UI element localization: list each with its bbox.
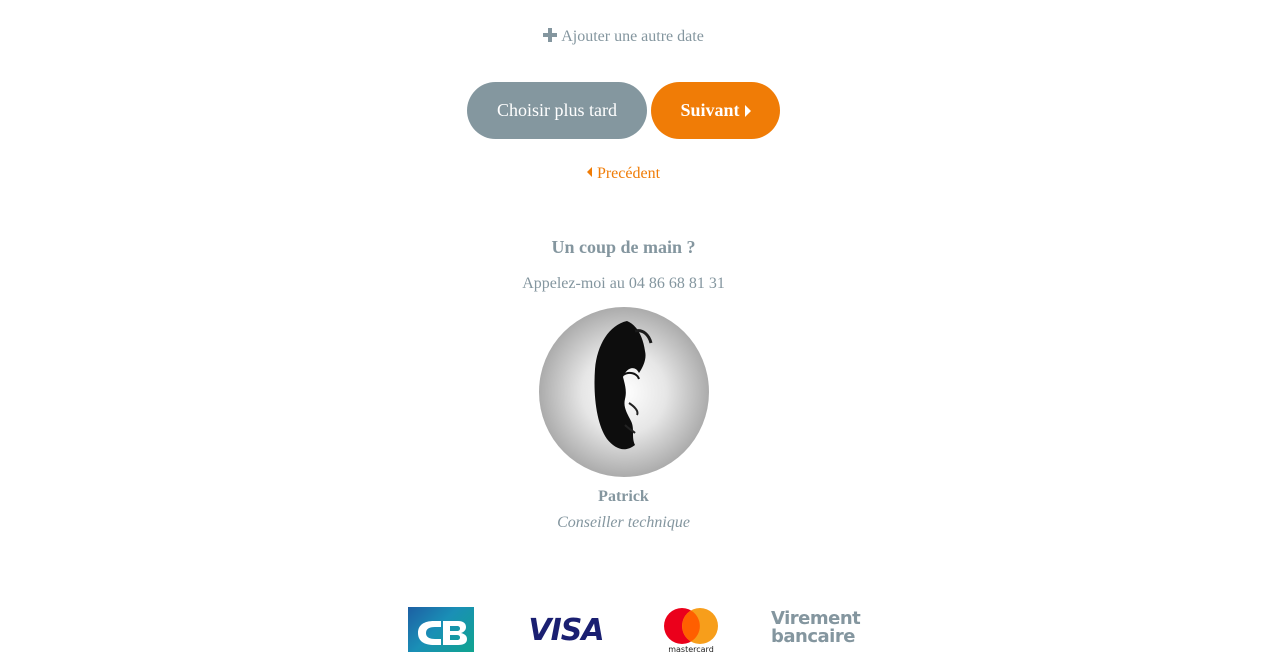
add-date-label: Ajouter une autre date	[561, 28, 704, 45]
next-label: Suivant	[680, 100, 740, 120]
advisor-portrait	[594, 321, 653, 450]
add-date-link[interactable]: Ajouter une autre date	[0, 28, 1247, 46]
choose-later-label: Choisir plus tard	[497, 100, 617, 120]
cb-logo	[408, 607, 474, 652]
mastercard-logo: mastercard	[660, 606, 722, 652]
caret-left-icon	[586, 167, 592, 177]
transfer-line2: bancaire	[771, 626, 855, 647]
help-phone: Appelez-moi au 04 86 68 81 31	[522, 275, 725, 292]
bank-transfer-logo: Virement bancaire	[771, 610, 863, 646]
mastercard-label: mastercard	[668, 645, 714, 652]
visa-logo: VISA	[524, 610, 608, 648]
previous-link[interactable]: Precédent	[0, 165, 1247, 183]
next-button[interactable]: Suivant	[651, 82, 780, 139]
advisor-avatar	[539, 307, 709, 477]
caret-right-icon	[744, 104, 751, 117]
help-title: Un coup de main ?	[551, 237, 696, 257]
booking-step-page: Ajouter une autre date Choisir plus tard…	[0, 0, 1265, 652]
advisor-role: Conseiller technique	[557, 514, 690, 531]
choose-later-button[interactable]: Choisir plus tard	[467, 82, 647, 139]
payment-methods: VISA mastercard Virement bancaire	[0, 600, 1265, 652]
visa-label: VISA	[528, 613, 603, 646]
advisor-name: Patrick	[598, 488, 649, 505]
plus-icon	[543, 28, 558, 42]
previous-label: Precédent	[596, 165, 661, 182]
